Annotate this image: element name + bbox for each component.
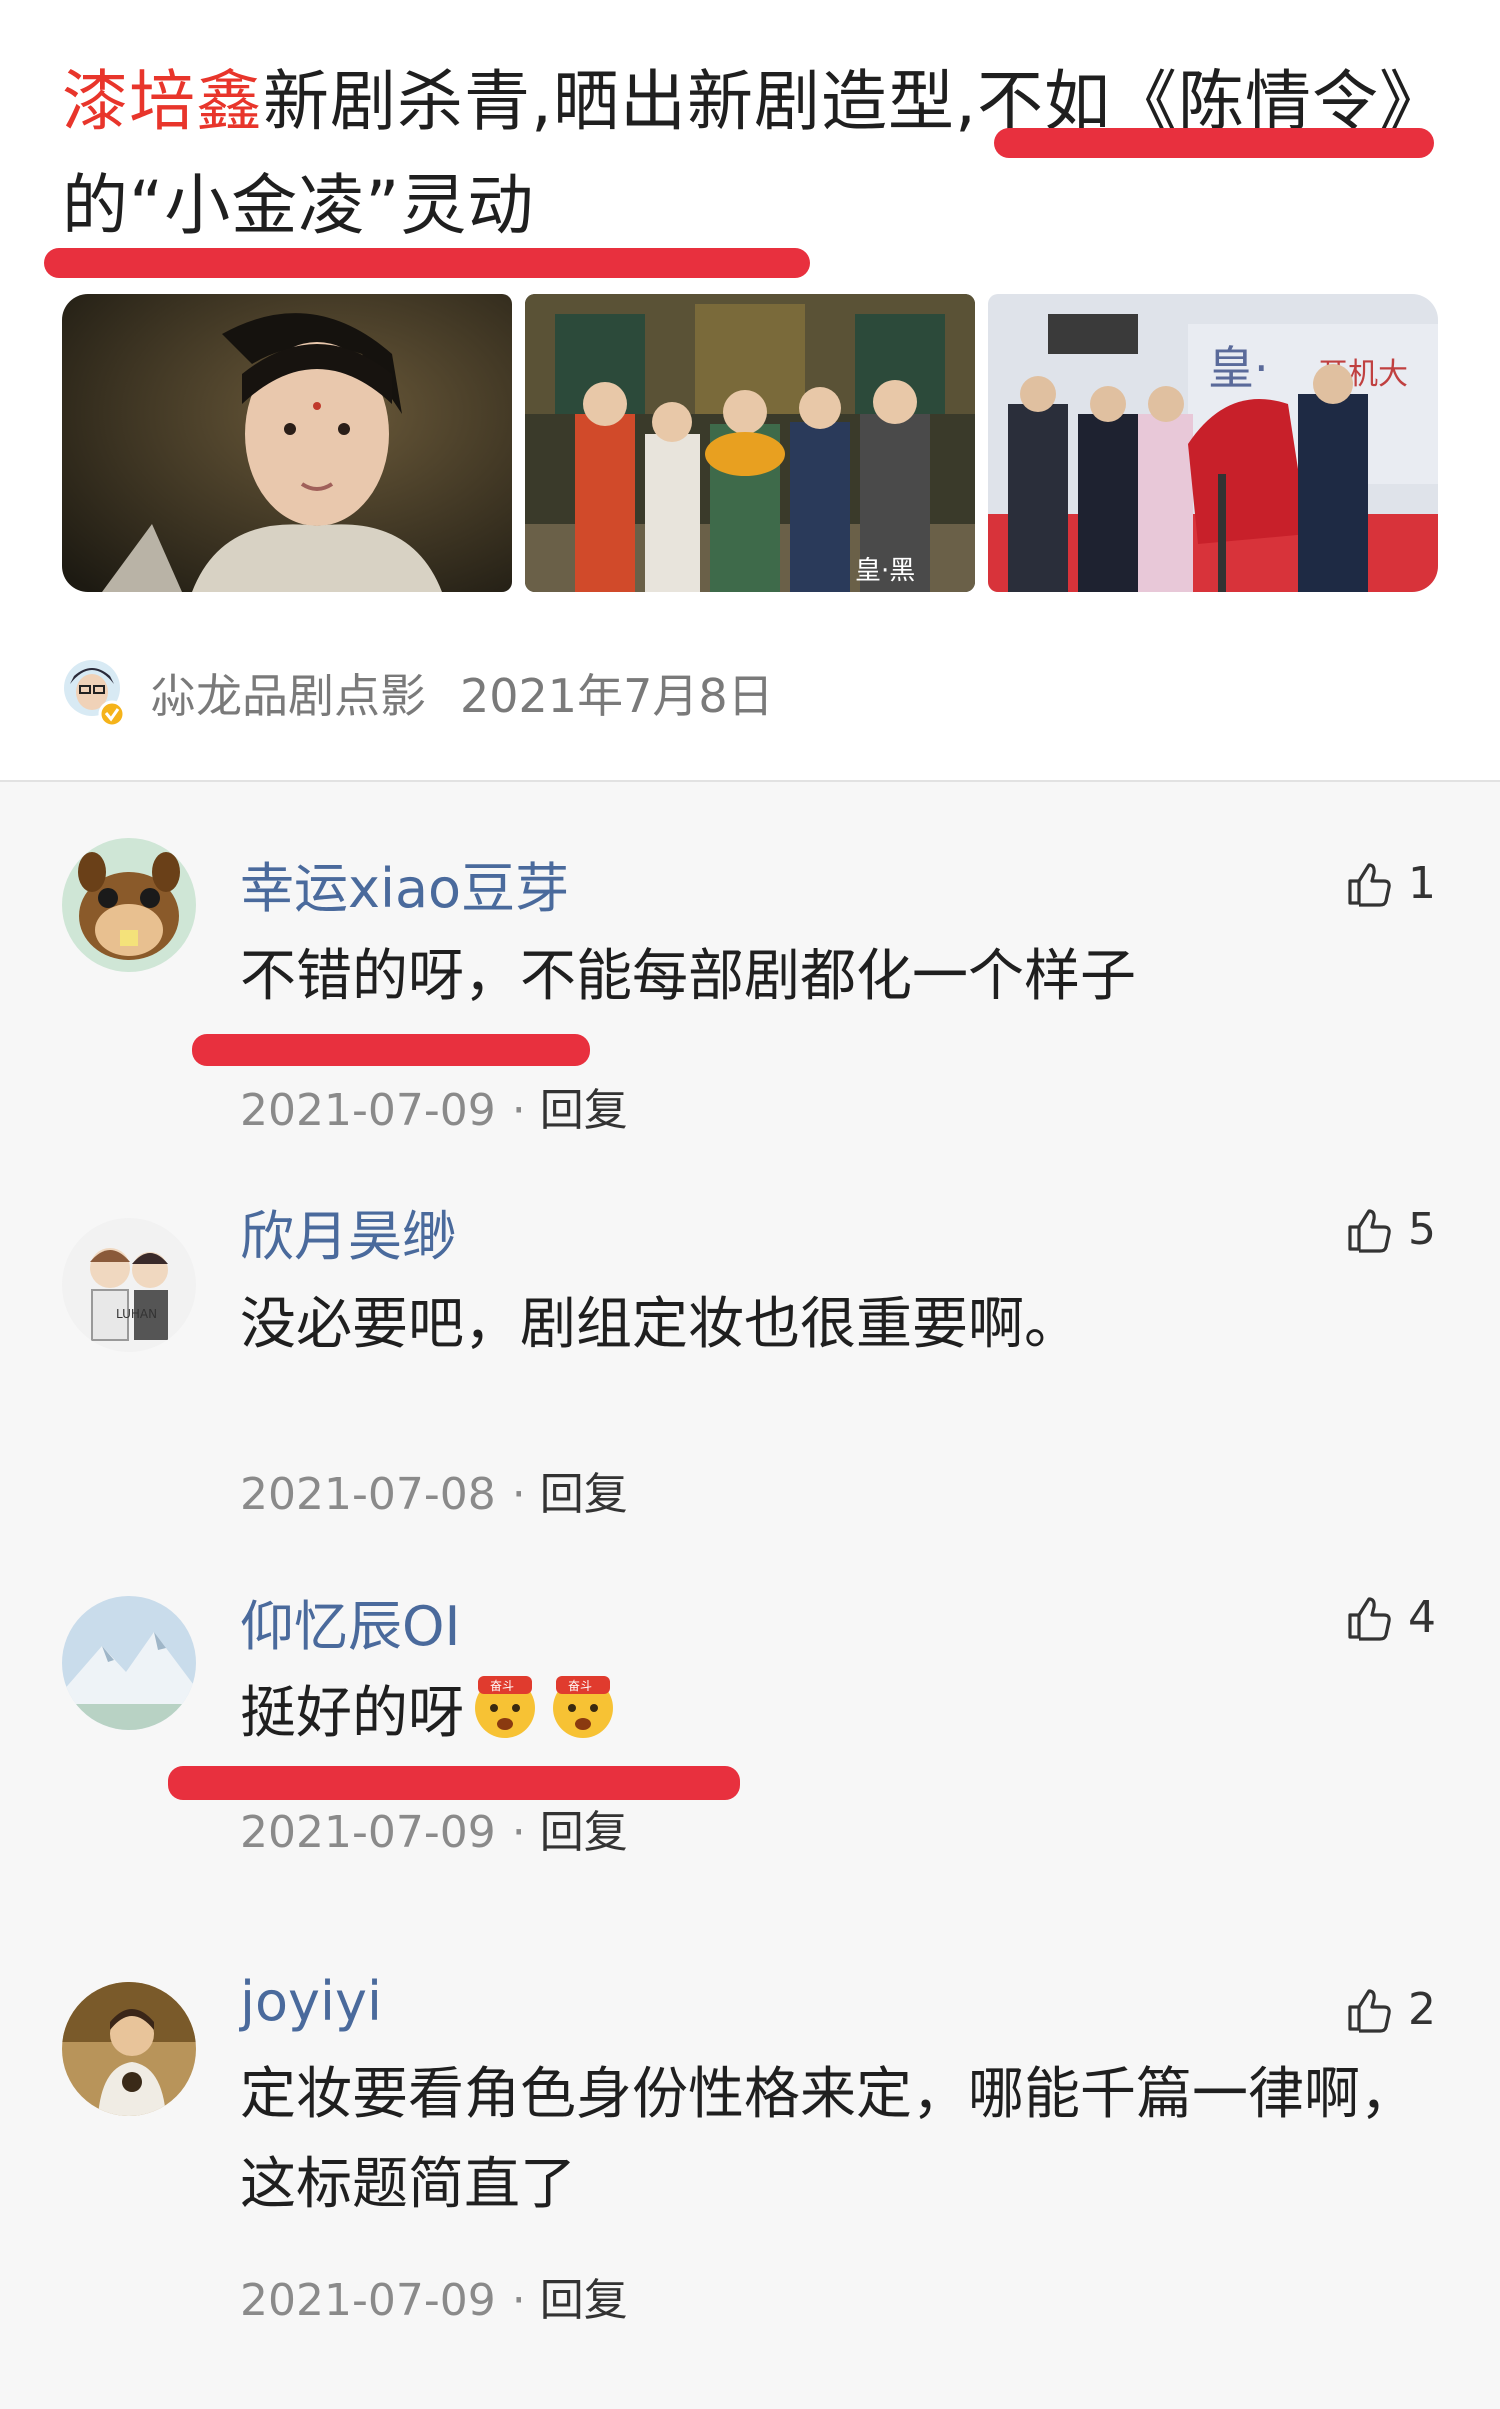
svg-text:皇·黑: 皇·黑 [855,556,915,586]
comment-text: 挺好的呀 奋斗 奋斗 [240,1668,1420,1759]
user-avatar[interactable]: LUHAN [62,1218,196,1352]
svg-text:LUHAN: LUHAN [116,1307,157,1321]
comment-date: 2021-07-08 [240,1469,496,1520]
comment-text: 不错的呀，不能每部剧都化一个样子 [240,944,1136,1009]
like-button[interactable]: 4 [1344,1592,1436,1643]
comment-footer: 2021-07-09 · 回复 [240,1085,628,1136]
reply-button[interactable]: 回复 [540,1469,628,1520]
thumbs-up-icon [1348,1208,1391,1253]
article-card[interactable]: 漆培鑫新剧杀青,晒出新剧造型,不如《陈情令》的“小金凌”灵动 皇·黑 皇· 开机… [0,0,1500,782]
like-count: 1 [1408,858,1436,909]
comment-list: 幸运xiao豆芽 1 不错的呀，不能每部剧都化一个样子 2021-07-09 · 回… [0,784,1500,2409]
struggle-emoji: 奋斗 [475,1676,535,1738]
user-avatar[interactable] [62,1596,196,1730]
like-button[interactable]: 5 [1344,1204,1436,1255]
reply-button[interactable]: 回复 [540,1807,628,1858]
like-button[interactable]: 2 [1344,1984,1436,2035]
group-photo-icon: 皇·黑 [525,294,975,592]
annotation-underline [994,128,1434,158]
user-avatar[interactable] [62,1982,196,2116]
author-avatar[interactable] [62,658,126,728]
comment-footer: 2021-07-09 · 回复 [240,2275,628,2326]
article-meta: 尛龙品剧点影 2021年7月8日 [62,656,774,730]
comment-footer: 2021-07-08 · 回复 [240,1469,628,1520]
comment-date: 2021-07-09 [240,2275,496,2326]
crew-photo-icon: 皇· 开机大 [988,294,1438,592]
portrait-icon [62,294,512,592]
chipmunk-avatar-icon [62,838,196,972]
title-highlight-name: 漆培鑫 [62,63,263,140]
reply-button[interactable]: 回复 [540,1085,628,1136]
comment-date: 2021-07-09 [240,1807,496,1858]
thumbnail-group[interactable]: 皇·黑 [525,294,975,592]
comment-username[interactable]: 幸运xiao豆芽 [240,844,569,923]
struggle-emoji: 奋斗 [553,1676,613,1738]
comment-username[interactable]: joyiyi [240,1970,382,2033]
thumbnail-portrait[interactable] [62,294,512,592]
annotation-underline [44,248,810,278]
comment-username[interactable]: 仰忆辰OI [240,1582,460,1661]
reply-button[interactable]: 回复 [540,2275,628,2326]
author-avatar-icon [64,660,126,728]
snow-mountain-avatar-icon [62,1596,196,1730]
svg-text:皇·: 皇· [1208,341,1269,395]
annotation-underline [192,1034,590,1066]
user-avatar[interactable] [62,838,196,972]
comment-username[interactable]: 欣月昊缈 [240,1192,456,1271]
like-count: 4 [1408,1592,1436,1643]
like-count: 2 [1408,1984,1436,2035]
like-count: 5 [1408,1204,1436,1255]
svg-text:奋斗: 奋斗 [568,1679,592,1693]
thumbnail-crew[interactable]: 皇· 开机大 [988,294,1438,592]
thumbnail-row: 皇·黑 皇· 开机大 [62,294,1438,592]
comment-footer: 2021-07-09 · 回复 [240,1807,628,1858]
comment-text: 定妆要看角色身份性格来定，哪能千篇一律啊，这标题简直了 [240,2062,1416,2217]
comment-text-body: 挺好的呀 [240,1681,464,1746]
author-name[interactable]: 尛龙品剧点影 [150,660,426,726]
comment-text: 没必要吧，剧组定妆也很重要啊。 [240,1292,1080,1357]
comment-date: 2021-07-09 [240,1085,496,1136]
like-button[interactable]: 1 [1344,858,1436,909]
person-avatar-icon [62,1982,196,2116]
svg-text:奋斗: 奋斗 [490,1679,514,1693]
cartoon-couple-avatar-icon: LUHAN [62,1218,196,1352]
publish-date: 2021年7月8日 [460,669,774,723]
annotation-underline [168,1766,740,1800]
thumbs-up-icon [1348,862,1391,907]
thumbs-up-icon [1348,1988,1391,2033]
thumbs-up-icon [1348,1596,1391,1641]
